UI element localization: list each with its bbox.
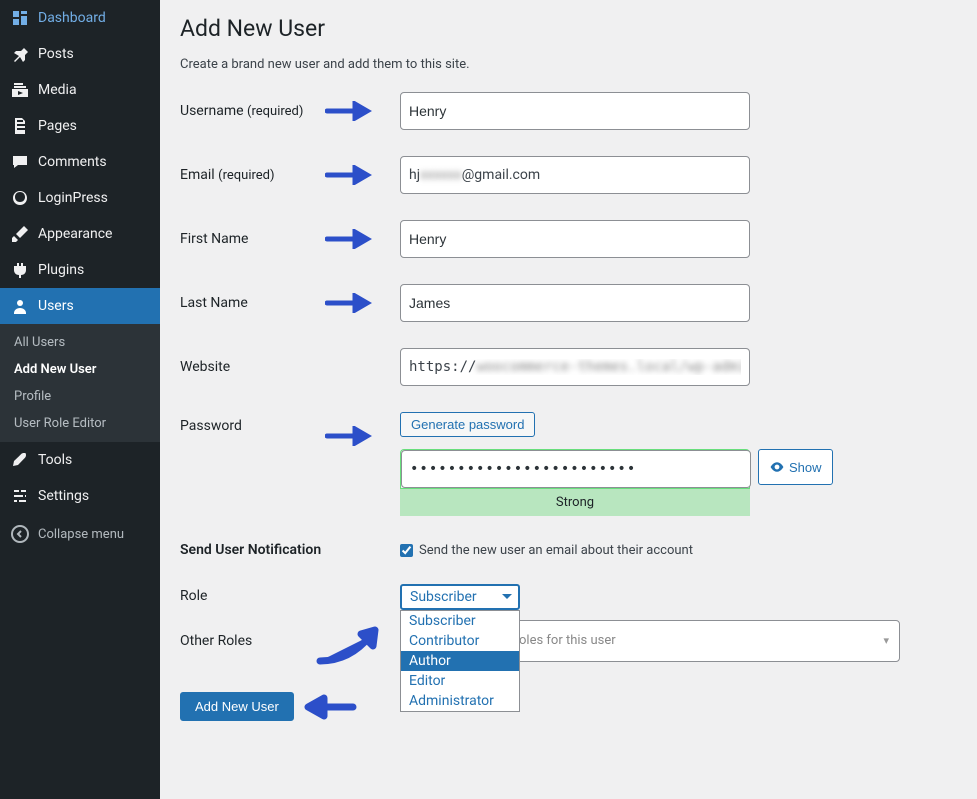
arrow-icon bbox=[315, 626, 390, 666]
sidebar-item-label: Posts bbox=[38, 46, 74, 62]
field-password: Password Generate password Strong Show bbox=[180, 412, 957, 516]
password-input[interactable] bbox=[401, 450, 751, 488]
sidebar-item-appearance[interactable]: Appearance bbox=[0, 216, 160, 252]
sidebar-item-label: Comments bbox=[38, 154, 107, 170]
role-dropdown: Subscriber Contributor Author Editor Adm… bbox=[400, 610, 520, 712]
website-label: Website bbox=[180, 359, 400, 375]
username-input[interactable] bbox=[400, 92, 750, 130]
sidebar-item-settings[interactable]: Settings bbox=[0, 478, 160, 514]
sidebar-submenu-users: All Users Add New User Profile User Role… bbox=[0, 324, 160, 442]
last-name-input[interactable] bbox=[400, 284, 750, 322]
notify-label: Send User Notification bbox=[180, 542, 400, 558]
website-input[interactable] bbox=[400, 348, 750, 386]
submenu-user-role-editor[interactable]: User Role Editor bbox=[0, 410, 160, 437]
collapse-menu[interactable]: Collapse menu bbox=[0, 514, 160, 554]
sidebar-item-label: Settings bbox=[38, 488, 89, 504]
arrow-icon bbox=[325, 165, 375, 185]
sidebar-item-label: Appearance bbox=[38, 226, 112, 242]
role-option-author[interactable]: Author bbox=[401, 651, 519, 671]
sidebar-item-label: Pages bbox=[38, 118, 77, 134]
user-icon bbox=[10, 296, 30, 316]
notify-checkbox[interactable] bbox=[400, 544, 413, 557]
submenu-profile[interactable]: Profile bbox=[0, 383, 160, 410]
role-option-contributor[interactable]: Contributor bbox=[401, 631, 519, 651]
submit-row: Add New User bbox=[180, 692, 957, 721]
field-notify: Send User Notification Send the new user… bbox=[180, 542, 957, 558]
arrow-icon bbox=[298, 694, 358, 720]
submenu-add-new-user[interactable]: Add New User bbox=[0, 356, 160, 383]
notify-text: Send the new user an email about their a… bbox=[419, 543, 693, 558]
page-title: Add New User bbox=[180, 15, 957, 42]
field-last-name: Last Name bbox=[180, 284, 957, 322]
settings-icon bbox=[10, 486, 30, 506]
generate-password-button[interactable]: Generate password bbox=[400, 412, 535, 437]
field-website: Website https://woocommerce-themes.local… bbox=[180, 348, 957, 386]
sidebar-item-tools[interactable]: Tools bbox=[0, 442, 160, 478]
sidebar-item-users[interactable]: Users bbox=[0, 288, 160, 324]
brush-icon bbox=[10, 224, 30, 244]
sidebar-item-comments[interactable]: Comments bbox=[0, 144, 160, 180]
pin-icon bbox=[10, 44, 30, 64]
role-label: Role bbox=[180, 584, 400, 604]
role-option-subscriber[interactable]: Subscriber bbox=[401, 611, 519, 631]
admin-sidebar: Dashboard Posts Media Pages Comments Log… bbox=[0, 0, 160, 799]
sidebar-item-label: Dashboard bbox=[38, 10, 106, 26]
arrow-icon bbox=[325, 426, 375, 446]
sidebar-item-label: Plugins bbox=[38, 262, 84, 278]
first-name-input[interactable] bbox=[400, 220, 750, 258]
main-content: Add New User Create a brand new user and… bbox=[160, 0, 977, 799]
sidebar-item-pages[interactable]: Pages bbox=[0, 108, 160, 144]
sidebar-item-plugins[interactable]: Plugins bbox=[0, 252, 160, 288]
field-first-name: First Name bbox=[180, 220, 957, 258]
sidebar-item-label: Media bbox=[38, 82, 77, 98]
add-new-user-button[interactable]: Add New User bbox=[180, 692, 294, 721]
role-select[interactable]: Subscriber bbox=[400, 584, 520, 610]
page-intro: Create a brand new user and add them to … bbox=[180, 57, 957, 72]
field-username: Username (required) bbox=[180, 92, 957, 130]
sidebar-item-loginpress[interactable]: LoginPress bbox=[0, 180, 160, 216]
wrench-icon bbox=[10, 450, 30, 470]
arrow-icon bbox=[325, 229, 375, 249]
role-option-administrator[interactable]: Administrator bbox=[401, 691, 519, 711]
collapse-label: Collapse menu bbox=[38, 527, 124, 542]
dashboard-icon bbox=[10, 8, 30, 28]
sidebar-item-media[interactable]: Media bbox=[0, 72, 160, 108]
comment-icon bbox=[10, 152, 30, 172]
arrow-icon bbox=[325, 293, 375, 313]
loginpress-icon bbox=[10, 188, 30, 208]
plugin-icon bbox=[10, 260, 30, 280]
field-role: Role Subscriber Subscriber Contributor A… bbox=[180, 584, 957, 610]
sidebar-item-label: Tools bbox=[38, 452, 72, 468]
email-input[interactable] bbox=[400, 156, 750, 194]
submenu-all-users[interactable]: All Users bbox=[0, 329, 160, 356]
media-icon bbox=[10, 80, 30, 100]
eye-icon bbox=[769, 459, 785, 475]
sidebar-item-label: LoginPress bbox=[38, 190, 108, 206]
field-email: Email (required) hjxxxxxx@gmail.com bbox=[180, 156, 957, 194]
field-other-roles: Other Roles oles for this user bbox=[180, 620, 957, 662]
show-password-button[interactable]: Show bbox=[758, 449, 833, 485]
password-strength: Strong bbox=[400, 489, 750, 516]
sidebar-item-label: Users bbox=[38, 298, 74, 314]
role-option-editor[interactable]: Editor bbox=[401, 671, 519, 691]
sidebar-item-dashboard[interactable]: Dashboard bbox=[0, 0, 160, 36]
sidebar-item-posts[interactable]: Posts bbox=[0, 36, 160, 72]
collapse-icon bbox=[10, 524, 30, 544]
page-icon bbox=[10, 116, 30, 136]
arrow-icon bbox=[325, 101, 375, 121]
